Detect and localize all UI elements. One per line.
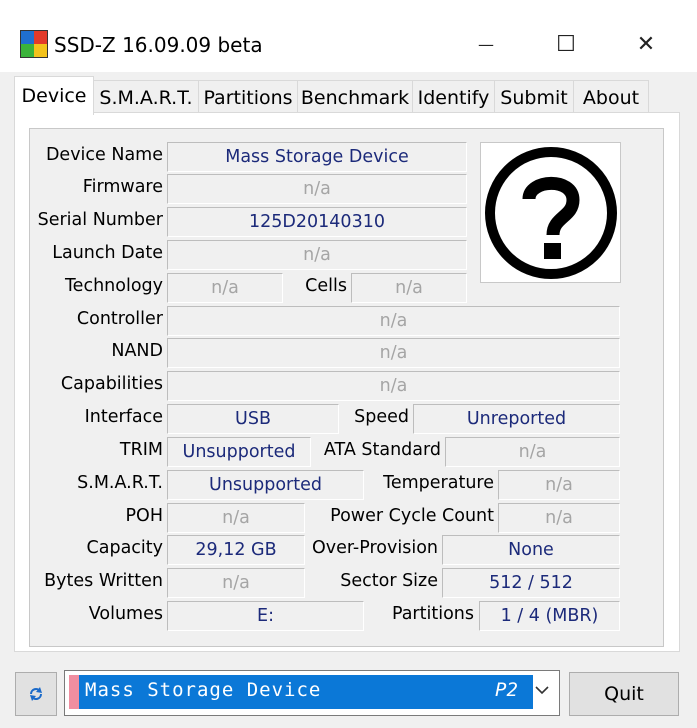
serial-number-field: 125D20140310 (167, 207, 467, 237)
device-name-label: Device Name (45, 145, 163, 165)
refresh-icon (30, 687, 42, 701)
trim-label: TRIM (119, 440, 163, 460)
tab-submit[interactable]: Submit (494, 80, 574, 114)
launch-date-label: Launch Date (52, 243, 163, 263)
partitions-field: 1 / 4 (MBR) (479, 601, 620, 631)
selected-device-text: Mass Storage Device (85, 679, 322, 701)
ata-standard-label: ATA Standard (323, 440, 441, 460)
speed-label: Speed (354, 407, 409, 427)
ata-standard-field: n/a (445, 437, 620, 467)
temperature-label: Temperature (383, 473, 494, 493)
window-title: SSD-Z 16.09.09 beta (54, 33, 263, 57)
smart-field: Unsupported (167, 470, 364, 500)
over-provision-field: None (442, 535, 620, 565)
device-name-field: Mass Storage Device (167, 142, 467, 172)
device-image (480, 142, 621, 283)
tab-about[interactable]: About (573, 80, 649, 114)
capabilities-field: n/a (167, 371, 620, 401)
minimize-icon: — (478, 34, 494, 54)
close-button[interactable]: ✕ (616, 22, 676, 66)
refresh-button[interactable] (15, 672, 57, 716)
nand-field: n/a (167, 338, 620, 368)
trim-field: Unsupported (167, 437, 311, 467)
poh-field: n/a (167, 503, 305, 533)
controller-field: n/a (167, 306, 620, 336)
technology-field: n/a (167, 273, 283, 303)
temperature-field: n/a (498, 470, 620, 500)
volumes-field: E: (167, 601, 364, 631)
capacity-label: Capacity (86, 538, 163, 558)
technology-label: Technology (64, 276, 163, 296)
power-cycle-count-label: Power Cycle Count (330, 506, 494, 526)
selected-device-tag: P2 (495, 679, 518, 701)
device-select-dropdown[interactable]: Mass Storage Device P2 (64, 670, 560, 716)
minimize-button[interactable]: — (456, 22, 516, 66)
capacity-field: 29,12 GB (167, 535, 305, 565)
cells-field: n/a (351, 273, 467, 303)
nand-label: NAND (111, 341, 163, 361)
sector-size-label: Sector Size (340, 571, 438, 591)
tab-identify[interactable]: Identify (412, 80, 495, 114)
smart-label: S.M.A.R.T. (77, 473, 163, 493)
bytes-written-field: n/a (167, 568, 305, 598)
capabilities-label: Capabilities (60, 374, 163, 394)
tab-device[interactable]: Device (14, 76, 94, 115)
sector-size-field: 512 / 512 (442, 568, 620, 598)
firmware-label: Firmware (82, 177, 163, 197)
bytes-written-label: Bytes Written (44, 571, 163, 591)
device-color-stripe (69, 675, 79, 709)
quit-button[interactable]: Quit (569, 672, 679, 716)
over-provision-label: Over-Provision (311, 538, 438, 558)
launch-date-field: n/a (167, 240, 467, 270)
maximize-button[interactable]: ☐ (536, 22, 596, 66)
title-bar: SSD-Z 16.09.09 beta — ☐ ✕ (0, 0, 697, 72)
speed-field: Unreported (413, 404, 620, 434)
partitions-label: Partitions (391, 604, 474, 624)
interface-field: USB (167, 404, 339, 434)
poh-label: POH (125, 506, 164, 526)
firmware-field: n/a (167, 174, 467, 204)
maximize-icon: ☐ (556, 31, 576, 57)
question-mark-icon (485, 147, 617, 279)
controller-label: Controller (76, 309, 163, 329)
tab-smart[interactable]: S.M.A.R.T. (93, 80, 199, 114)
tab-partitions[interactable]: Partitions (198, 80, 298, 114)
tab-benchmark[interactable]: Benchmark (297, 80, 413, 114)
serial-number-label: Serial Number (37, 210, 163, 230)
cells-label: Cells (305, 276, 347, 296)
close-icon: ✕ (636, 31, 656, 57)
chevron-down-icon[interactable] (535, 679, 549, 700)
volumes-label: Volumes (88, 604, 163, 624)
power-cycle-count-field: n/a (498, 503, 620, 533)
interface-label: Interface (84, 407, 163, 427)
ssdz-app-icon (20, 30, 48, 58)
